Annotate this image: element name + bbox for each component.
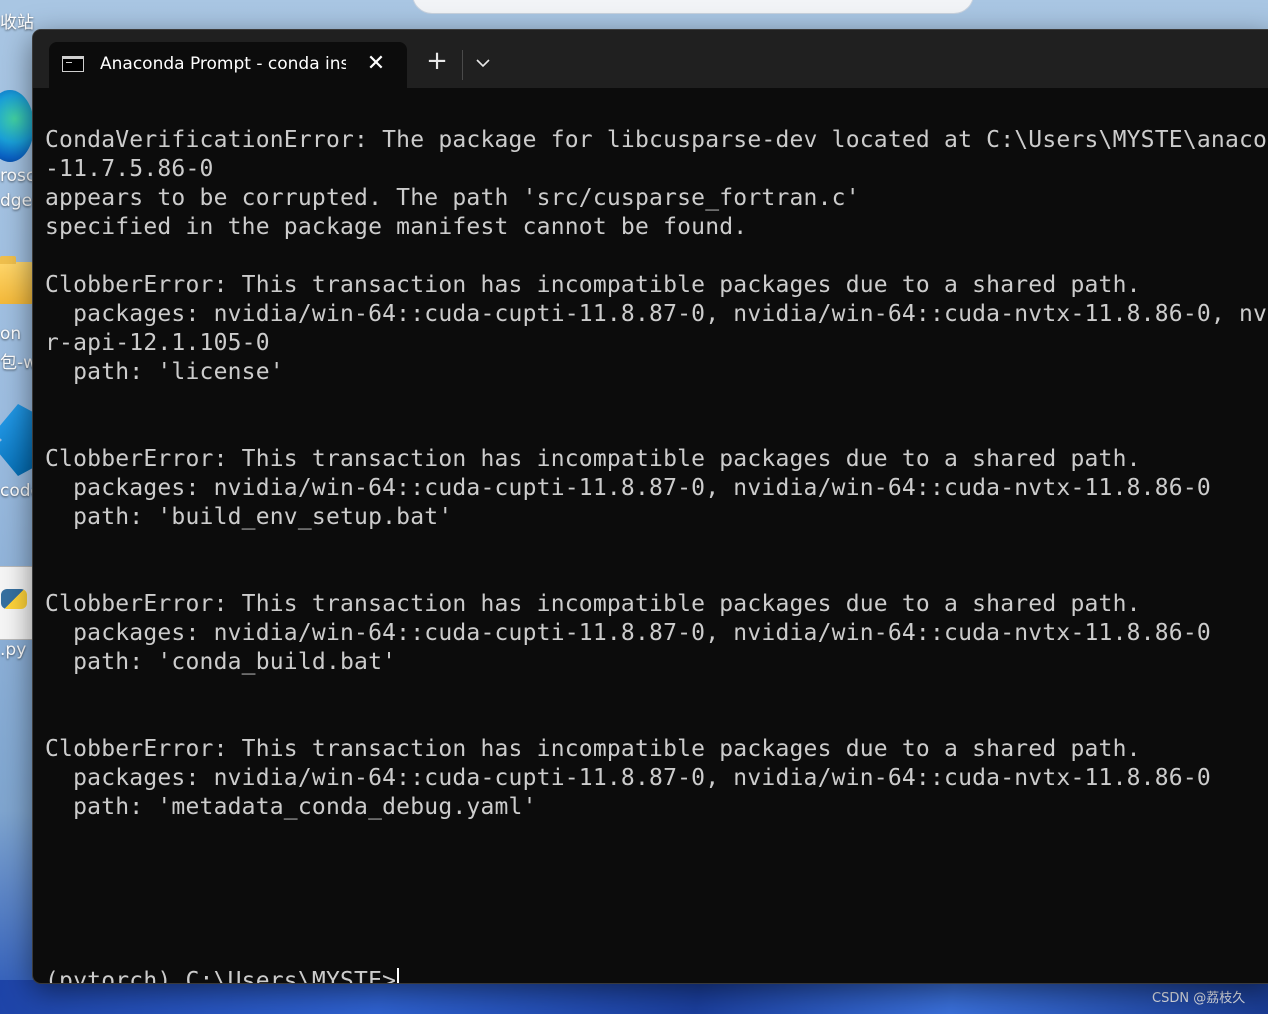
tab-bar: Anaconda Prompt - conda install pytorch … bbox=[33, 30, 1268, 88]
vscode-icon[interactable] bbox=[0, 404, 34, 476]
output-line: path: 'conda_build.bat' bbox=[45, 649, 397, 675]
prompt-line[interactable]: (pytorch) C:\Users\MYSTE> bbox=[45, 967, 1268, 983]
output-line: ClobberError: This transaction has incom… bbox=[45, 736, 1141, 762]
prompt-text: (pytorch) C:\Users\MYSTE> bbox=[45, 968, 397, 983]
python-file-icon[interactable] bbox=[0, 566, 36, 640]
tab-divider bbox=[462, 50, 463, 80]
folder-label-line2: 包-w bbox=[0, 353, 38, 373]
wallpaper-bloom bbox=[0, 980, 1268, 1014]
python-file-label: .py bbox=[0, 640, 27, 660]
terminal-icon bbox=[62, 56, 84, 72]
tab-anaconda-prompt[interactable]: Anaconda Prompt - conda install pytorch … bbox=[49, 42, 407, 88]
folder-icon[interactable] bbox=[0, 256, 34, 304]
output-line: ClobberError: This transaction has incom… bbox=[45, 591, 1141, 617]
folder-label-line1: on bbox=[0, 324, 22, 344]
new-tab-button[interactable]: + bbox=[421, 46, 453, 78]
output-line: packages: nvidia/win-64::cuda-cupti-11.8… bbox=[45, 475, 1211, 501]
output-line: path: 'license' bbox=[45, 359, 284, 385]
output-line: packages: nvidia/win-64::cuda-cupti-11.8… bbox=[45, 620, 1211, 646]
edge-label-line2: dge bbox=[0, 191, 33, 211]
output-line: packages: nvidia/win-64::cuda-cupti-11.8… bbox=[45, 765, 1211, 791]
terminal-window[interactable]: Anaconda Prompt - conda install pytorch … bbox=[33, 30, 1268, 983]
output-line: specified in the package manifest cannot… bbox=[45, 214, 748, 240]
output-line: path: 'metadata_conda_debug.yaml' bbox=[45, 794, 537, 820]
output-line: appears to be corrupted. The path 'src/c… bbox=[45, 185, 860, 211]
watermark: CSDN @荔枝久 bbox=[1152, 991, 1246, 1006]
edge-label-line1: rosc bbox=[0, 166, 36, 186]
chevron-down-icon[interactable] bbox=[469, 48, 497, 78]
edge-icon[interactable] bbox=[0, 90, 34, 162]
output-line: -11.7.5.86-0 bbox=[45, 156, 214, 182]
output-line: r-api-12.1.105-0 bbox=[45, 330, 270, 356]
taskbar-search-box[interactable] bbox=[412, 0, 974, 14]
terminal-output[interactable]: CondaVerificationError: The package for … bbox=[45, 126, 1268, 983]
output-line: ClobberError: This transaction has incom… bbox=[45, 446, 1141, 472]
text-cursor bbox=[397, 967, 400, 983]
close-tab-button[interactable]: ✕ bbox=[361, 49, 391, 79]
output-line: CondaVerificationError: The package for … bbox=[45, 127, 1268, 153]
tab-title: Anaconda Prompt - conda install pytorch bbox=[100, 54, 346, 74]
output-line: ClobberError: This transaction has incom… bbox=[45, 272, 1141, 298]
output-line: path: 'build_env_setup.bat' bbox=[45, 504, 453, 530]
recycle-bin-label: 收站 bbox=[0, 13, 34, 33]
output-line: packages: nvidia/win-64::cuda-cupti-11.8… bbox=[73, 301, 1268, 327]
